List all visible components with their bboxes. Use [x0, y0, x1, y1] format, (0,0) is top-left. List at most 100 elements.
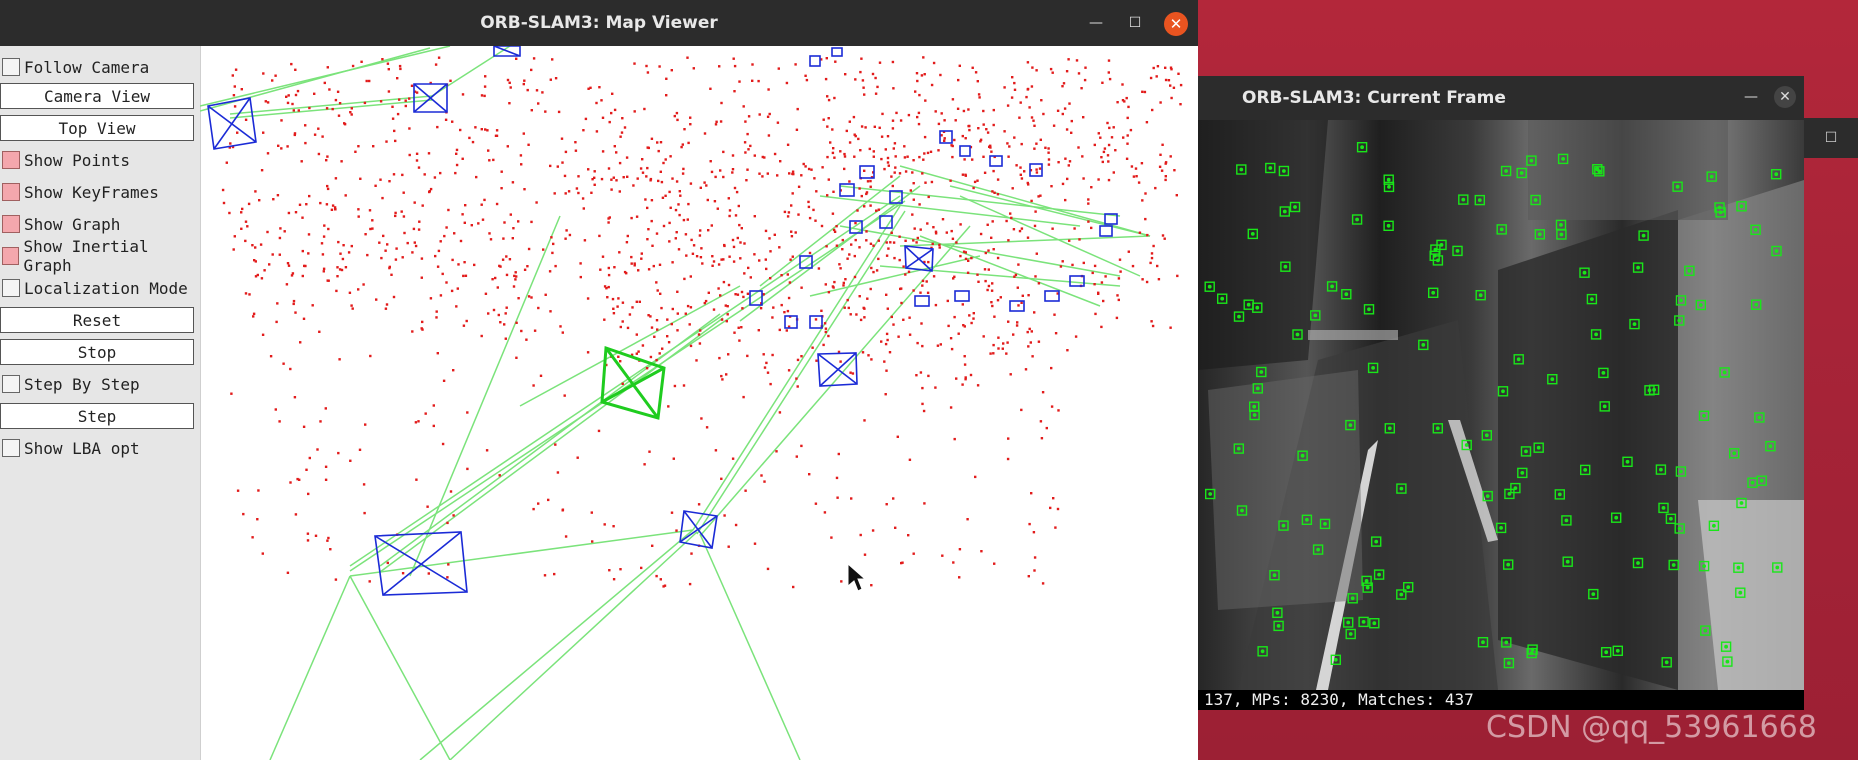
map-point — [1041, 582, 1045, 585]
map-point — [379, 178, 382, 181]
map-point — [394, 211, 397, 215]
map-point — [855, 313, 858, 316]
map-point — [707, 229, 710, 232]
map-point — [743, 272, 746, 275]
close-icon[interactable]: ✕ — [1774, 86, 1796, 108]
map-point — [522, 132, 525, 135]
camera-view-button[interactable]: Camera View — [0, 83, 194, 109]
checkbox-box[interactable] — [2, 375, 20, 393]
map-point — [992, 248, 995, 251]
localization-mode-checkbox[interactable]: Localization Mode — [0, 273, 200, 303]
map-point — [597, 429, 601, 433]
map-point — [236, 131, 239, 134]
map-point — [930, 83, 934, 87]
map-point — [847, 306, 850, 310]
checkbox-box[interactable] — [2, 215, 20, 233]
map-point — [579, 275, 582, 279]
map-point — [719, 169, 722, 172]
map-point — [461, 93, 465, 96]
map-point — [991, 190, 994, 193]
map-point — [1164, 66, 1167, 69]
map-point — [1134, 167, 1138, 170]
map-point — [329, 548, 332, 551]
show-lba-opt-checkbox[interactable]: Show LBA opt — [0, 433, 200, 463]
map-point — [676, 118, 679, 122]
map-point — [575, 187, 579, 190]
map-point — [771, 316, 774, 319]
map-point — [1013, 81, 1016, 85]
map-point — [564, 237, 567, 240]
map-point — [666, 335, 669, 338]
checkbox-box[interactable] — [2, 247, 20, 265]
map-3d-view[interactable] — [200, 46, 1198, 760]
map-point — [584, 117, 588, 121]
show-keyframes-checkbox[interactable]: Show KeyFrames — [0, 177, 200, 207]
feature-marker — [1452, 245, 1463, 257]
map-point — [723, 243, 726, 247]
map-point — [333, 206, 337, 209]
map-point — [1006, 341, 1009, 344]
maximize-icon[interactable]: ☐ — [1124, 12, 1146, 34]
map-point — [915, 241, 918, 244]
show-points-checkbox[interactable]: Show Points — [0, 145, 200, 175]
map-point — [1017, 263, 1020, 266]
map-point — [233, 85, 236, 88]
minimize-icon[interactable]: — — [1085, 12, 1107, 34]
map-point — [899, 119, 903, 122]
checkbox-box[interactable] — [2, 279, 20, 297]
map-point — [486, 129, 489, 132]
top-view-button[interactable]: Top View — [0, 115, 194, 141]
map-point — [727, 353, 730, 356]
show-graph-checkbox[interactable]: Show Graph — [0, 209, 200, 239]
map-point — [316, 448, 319, 451]
map-point — [759, 307, 763, 310]
map-point — [523, 79, 526, 82]
map-point — [1175, 194, 1178, 197]
map-point — [398, 98, 401, 101]
map-point — [912, 159, 915, 162]
map-point — [342, 244, 345, 247]
step-button[interactable]: Step — [0, 403, 194, 429]
map-point — [964, 137, 967, 140]
map-point — [714, 123, 718, 126]
show-inertial-graph-checkbox[interactable]: Show Inertial Graph — [0, 237, 200, 275]
map-point — [719, 120, 723, 123]
map-point — [1121, 99, 1125, 102]
map-point — [1119, 270, 1122, 273]
checkbox-box[interactable] — [2, 151, 20, 169]
checkbox-box[interactable] — [2, 439, 20, 457]
minimize-icon[interactable]: — — [1740, 86, 1762, 108]
map-point — [323, 224, 326, 227]
follow-camera-checkbox[interactable]: Follow Camera — [0, 52, 200, 82]
map-point — [923, 152, 926, 155]
map-point — [977, 93, 981, 96]
checkbox-box[interactable] — [2, 183, 20, 201]
map-point — [241, 207, 244, 211]
map-point — [436, 125, 439, 129]
map-point — [859, 533, 862, 537]
checkbox-box[interactable] — [2, 58, 20, 76]
map-point — [411, 330, 414, 333]
map-point — [619, 135, 622, 138]
map-point — [912, 239, 915, 242]
map-point — [761, 175, 764, 178]
reset-button[interactable]: Reset — [0, 307, 194, 333]
map-point — [299, 341, 302, 344]
map-point — [633, 264, 636, 267]
background-window-maximize-icon[interactable]: ☐ — [1804, 118, 1858, 158]
map-point — [350, 244, 353, 248]
map-point — [908, 333, 912, 336]
step-by-step-checkbox[interactable]: Step By Step — [0, 369, 200, 399]
map-point — [1013, 275, 1016, 278]
map-point — [1143, 90, 1147, 94]
map-point — [449, 79, 452, 82]
stop-button[interactable]: Stop — [0, 339, 194, 365]
map-point — [772, 306, 775, 309]
map-point — [334, 578, 338, 581]
map-point — [790, 230, 793, 233]
close-icon[interactable]: ✕ — [1164, 12, 1188, 36]
map-point — [423, 173, 426, 176]
map-point — [533, 329, 537, 332]
map-point — [432, 404, 435, 407]
map-point — [753, 542, 757, 545]
